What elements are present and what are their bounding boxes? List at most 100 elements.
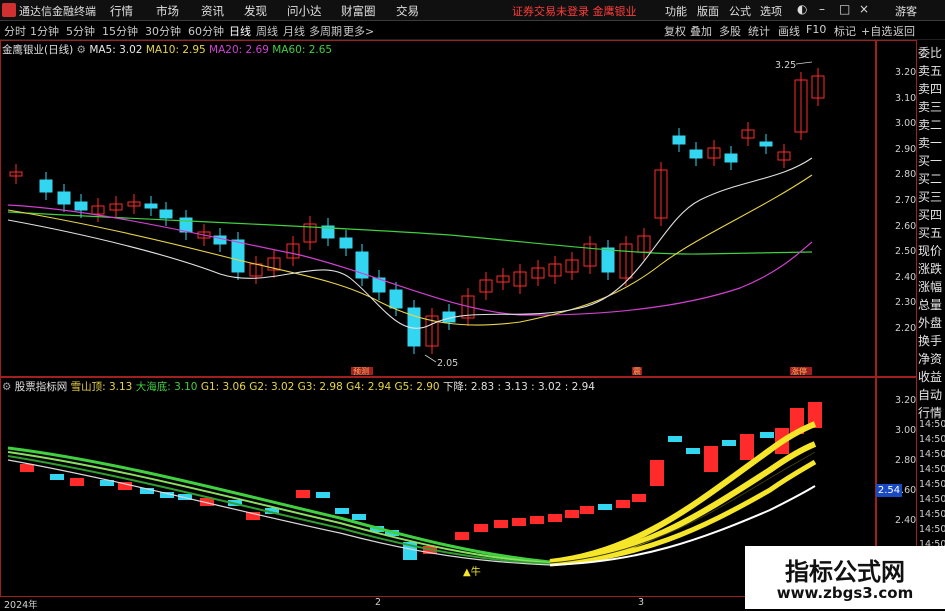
app-logo-icon [2,3,16,17]
tool-multi-stock[interactable]: 多股 [719,23,741,39]
side-item[interactable]: 卖二 [918,116,945,134]
side-item[interactable]: 买二 [918,170,945,188]
period-more[interactable]: 更多> [343,23,374,39]
menu-discover[interactable]: 发现 [244,3,267,19]
side-item[interactable]: 换手 [918,332,945,350]
indicator-bar [565,510,579,518]
candle [159,209,173,219]
candle [231,239,245,273]
candle [389,289,403,309]
period-daily[interactable]: 日线 [229,23,251,39]
tool-f10[interactable]: F10 [806,23,826,36]
tool-draw[interactable]: 画线 [778,23,800,39]
side-item[interactable]: 涨幅 [918,278,945,296]
side-item[interactable]: 买一 [918,152,945,170]
indicator-bar [352,514,366,520]
indicator-tick: 3.20 [895,395,917,406]
minimize-icon[interactable]: – [819,2,825,16]
indicator-bar [316,492,330,498]
indicator-tick: 2.40 [895,515,917,526]
ma10-line [7,174,813,326]
indicator-bar [740,434,754,460]
side-item[interactable]: 卖一 [918,134,945,152]
ma60-line [7,211,813,255]
side-item[interactable]: 卖五 [918,62,945,80]
period-weekly[interactable]: 周线 [256,23,278,39]
side-item[interactable]: 卖三 [918,98,945,116]
period-1min[interactable]: 1分钟 [30,23,59,39]
period-toolbar: 分时 1分钟 5分钟 15分钟 30分钟 60分钟 日线 周线 月线 多周期 更… [0,21,945,40]
price-tick: 2.80 [895,169,917,181]
quote-side-panel-2: 自动 行情 [918,386,945,422]
quote-side-panel: 委比 卖五 卖四 卖三 卖二 卖一 买一 买二 买三 买四 买五 现价 涨跌 涨幅 总量 外盘 换手 净资 收益 [918,44,945,386]
menu-market[interactable]: 市场 [156,3,179,19]
tool-stats[interactable]: 统计 [748,23,770,39]
indicator-time-tick: 14:50 [919,434,945,445]
kline-chart[interactable]: 3.25 2.05 预测 震 涨停 [0,40,875,375]
period-multi[interactable]: 多周期 [309,23,342,39]
candle [601,247,615,273]
tag-2: 震 [633,367,641,375]
indicator-bar [512,518,526,526]
side-item[interactable]: 委比 [918,44,945,62]
indicator-bar [494,520,508,528]
period-timeshare[interactable]: 分时 [4,23,26,39]
menu-news[interactable]: 资讯 [201,3,224,19]
candle [57,191,71,205]
menu-formula[interactable]: 公式 [729,3,751,19]
period-15min[interactable]: 15分钟 [102,23,138,39]
side-item[interactable]: 买五 [918,224,945,242]
side-item[interactable]: 现价 [918,242,945,260]
indicator-bar [598,504,612,510]
period-60min[interactable]: 60分钟 [188,23,224,39]
indicator-bar [70,478,84,486]
maximize-icon[interactable]: □ [839,2,850,16]
indicator-time-tick: 14:50 [919,494,945,505]
menu-market-quotes[interactable]: 行情 [110,3,133,19]
side-item[interactable]: 总量 [918,296,945,314]
skin-icon[interactable]: ◐ [797,2,807,16]
menu-layout[interactable]: 版面 [697,3,719,19]
tool-back[interactable]: 返回 [893,23,915,39]
period-5min[interactable]: 5分钟 [66,23,95,39]
side-item[interactable]: 外盘 [918,314,945,332]
menu-options[interactable]: 选项 [760,3,782,19]
menu-ask[interactable]: 问小达 [287,3,322,19]
menu-trade[interactable]: 交易 [396,3,419,19]
price-tick: 3.00 [895,118,917,130]
tag-3: 涨停 [791,366,807,375]
side-item[interactable]: 买四 [918,206,945,224]
period-monthly[interactable]: 月线 [283,23,305,39]
indicator-bar [548,514,562,522]
tool-overlay[interactable]: 叠加 [690,23,712,39]
menu-functions[interactable]: 功能 [665,3,687,19]
side-item[interactable]: 卖四 [918,80,945,98]
tag-1: 预测 [353,366,369,375]
watermark-url: www.zbgs3.com [776,584,914,602]
indicator-bar [616,500,630,508]
side-item[interactable]: 净资 [918,350,945,368]
menu-wealth[interactable]: 财富圈 [341,3,376,19]
period-30min[interactable]: 30分钟 [145,23,181,39]
candles [9,68,825,354]
price-tick: 2.60 [895,220,917,232]
side-item[interactable]: 自动 [918,386,945,404]
tool-fuquan[interactable]: 复权 [664,23,686,39]
indicator-bar [335,508,349,514]
guest-label[interactable]: 游客 [895,3,917,19]
indicator-chart[interactable]: ▲牛 [0,390,875,595]
side-item[interactable]: 涨跌 [918,260,945,278]
login-warning[interactable]: 证券交易未登录 金鹰银业 [512,3,637,19]
indicator-time-tick: 14:50 [919,449,945,460]
indicator-bar [20,464,34,472]
side-item[interactable]: 买三 [918,188,945,206]
band-green-2 [7,451,551,564]
candle [759,141,773,147]
tool-mark[interactable]: 标记 [834,23,856,39]
close-icon[interactable]: × [859,2,869,16]
side-item[interactable]: 收益 [918,368,945,386]
indicator-bar [50,474,64,480]
app-title: 通达信金融终端 [19,5,96,18]
tool-add-watchlist[interactable]: +自选 [861,23,892,39]
menu-bar: 通达信金融终端 行情 市场 资讯 发现 问小达 财富圈 交易 证券交易未登录 金… [0,0,945,21]
